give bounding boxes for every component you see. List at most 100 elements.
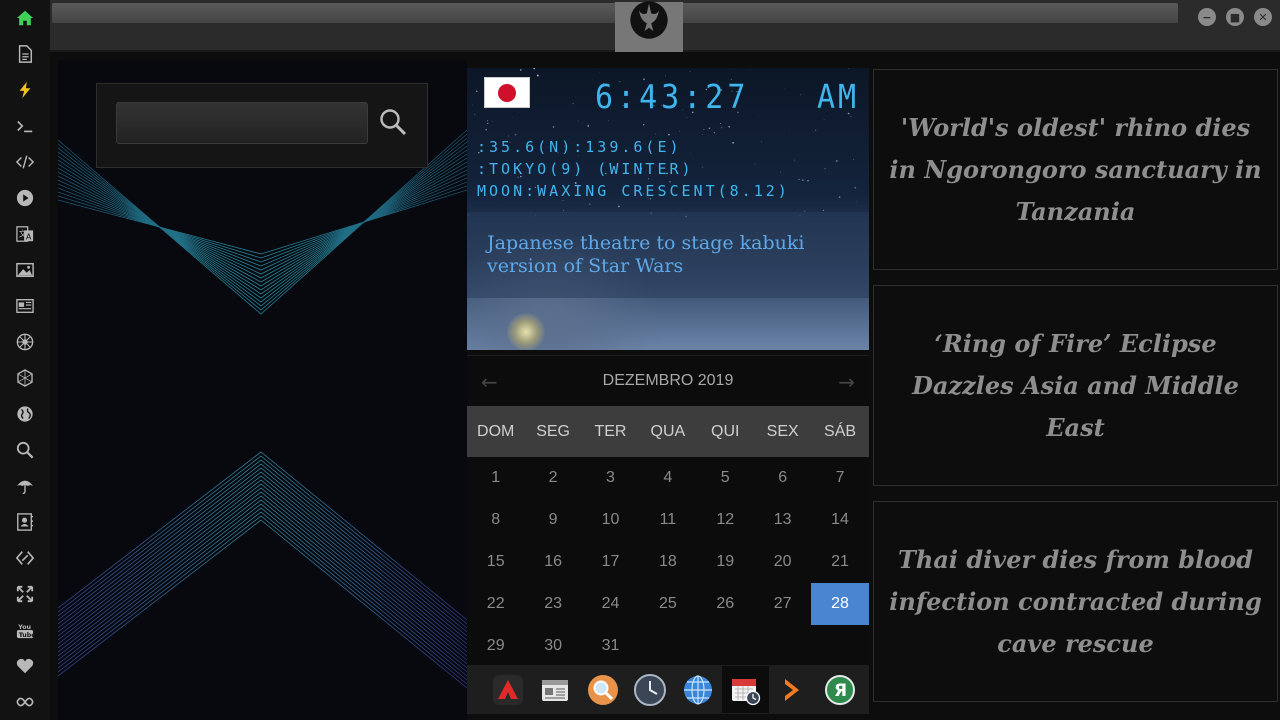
clock-time: 6:43:27 [595, 78, 750, 117]
weekday-label: SÁB [824, 422, 857, 440]
app-dock: Я [467, 665, 869, 714]
calendar-week: 15 16 17 18 19 20 21 [467, 541, 869, 583]
weekday-label: QUI [711, 422, 740, 440]
calendar-day[interactable]: 18 [639, 541, 696, 583]
japan-flag-icon[interactable] [484, 77, 530, 108]
world-clock-widget: 6:43:27 AM :35.6(N):139.6(E) :TOKYO(9) (… [467, 68, 869, 350]
calendar-day[interactable]: 1 [467, 457, 524, 499]
empire-emblem-icon[interactable] [13, 366, 37, 390]
calendar-day[interactable]: 22 [467, 583, 524, 625]
news-card[interactable]: ‘Ring of Fire’ Eclipse Dazzles Asia and … [873, 285, 1278, 486]
next-month-arrow-icon[interactable]: → [838, 370, 855, 394]
expand-icon[interactable] [13, 582, 37, 606]
calendar-day[interactable]: 15 [467, 541, 524, 583]
dock-item-r[interactable]: Я [817, 666, 865, 713]
calendar-day[interactable]: 6 [754, 457, 811, 499]
calendar-day[interactable]: 14 [811, 499, 868, 541]
calendar-day[interactable]: 25 [639, 583, 696, 625]
code-icon[interactable] [13, 150, 37, 174]
diamond-link-icon[interactable] [13, 546, 37, 570]
calendar-day[interactable]: 16 [524, 541, 581, 583]
chevron-app-icon [784, 678, 799, 701]
rebel-alliance-emblem-icon[interactable] [615, 1, 683, 52]
calendar-day-selected[interactable]: 28 [811, 583, 869, 625]
calendar-day-empty [754, 625, 811, 667]
calendar-day[interactable]: 27 [754, 583, 811, 625]
image-icon[interactable] [13, 258, 37, 282]
dock-item-chevron[interactable] [769, 666, 817, 713]
calendar-day[interactable]: 24 [582, 583, 639, 625]
calendar-header: ← DEZEMBRO 2019 → [467, 356, 869, 406]
svg-text:A: A [26, 231, 32, 241]
calendar-day[interactable]: 12 [697, 499, 754, 541]
calendar-day[interactable]: 29 [467, 625, 524, 667]
document-icon[interactable] [13, 42, 37, 66]
calendar-day[interactable]: 30 [524, 625, 581, 667]
contacts-icon[interactable] [13, 510, 37, 534]
maximize-button[interactable]: ■ [1226, 8, 1244, 26]
calendar-day[interactable]: 13 [754, 499, 811, 541]
news-ticker[interactable]: Japanese theatre to stage kabuki version… [467, 212, 869, 298]
terminal-icon[interactable] [13, 114, 37, 138]
bolt-icon[interactable] [13, 78, 37, 102]
svg-text:Я: Я [834, 681, 847, 701]
calendar-day[interactable]: 17 [582, 541, 639, 583]
app-sidebar: 文A You Tube [0, 0, 50, 720]
weekday-label: SEG [536, 422, 570, 440]
weekday-label: TER [594, 422, 627, 440]
calendar-day[interactable]: 19 [697, 541, 754, 583]
umbrella-icon[interactable] [13, 474, 37, 498]
calendar-day[interactable]: 8 [467, 499, 524, 541]
prev-month-arrow-icon[interactable]: ← [481, 370, 498, 394]
calendar-day[interactable]: 20 [754, 541, 811, 583]
news-headline: Thai diver dies from blood infection con… [889, 544, 1262, 658]
calendar-day[interactable]: 7 [811, 457, 868, 499]
news-app-icon [542, 679, 569, 701]
search-input[interactable] [116, 102, 368, 144]
globe-icon[interactable] [13, 402, 37, 426]
minimize-button[interactable]: − [1198, 8, 1216, 26]
search-icon[interactable] [13, 438, 37, 462]
red-triangle-app-icon [492, 674, 523, 705]
home-icon[interactable] [13, 6, 37, 30]
calendar-day[interactable]: 31 [582, 625, 639, 667]
calendar-day[interactable]: 4 [639, 457, 696, 499]
news-card[interactable]: Thai diver dies from blood infection con… [873, 501, 1278, 702]
dock-item-calendar[interactable] [721, 666, 769, 713]
close-button[interactable]: ✕ [1254, 8, 1272, 26]
dock-item-clock[interactable] [627, 666, 675, 713]
globe-app-icon [683, 674, 712, 705]
calendar-day[interactable]: 26 [697, 583, 754, 625]
clock-app-icon [634, 673, 667, 706]
calendar-day[interactable]: 23 [524, 583, 581, 625]
infinity-icon[interactable] [13, 690, 37, 714]
calendar-day[interactable]: 2 [524, 457, 581, 499]
dock-item-news[interactable] [532, 666, 580, 713]
dock-item-search[interactable] [579, 666, 627, 713]
news-card[interactable]: 'World's oldest' rhino dies in Ngorongor… [873, 69, 1278, 270]
calendar-week: 29 30 31 [467, 625, 869, 667]
translate-icon[interactable]: 文A [13, 222, 37, 246]
ticker-headline: Japanese theatre to stage kabuki version… [487, 232, 805, 277]
search-button[interactable] [377, 106, 409, 138]
calendar-day[interactable]: 3 [582, 457, 639, 499]
calendar-day[interactable]: 21 [811, 541, 868, 583]
play-icon[interactable] [13, 186, 37, 210]
news-headline: ‘Ring of Fire’ Eclipse Dazzles Asia and … [912, 328, 1239, 442]
calendar-day-empty [697, 625, 754, 667]
dock-item-red-triangle[interactable] [484, 666, 532, 713]
top-bar: − ■ ✕ [50, 0, 1280, 52]
youtube-icon[interactable]: You Tube [13, 618, 37, 642]
calendar-day[interactable]: 10 [582, 499, 639, 541]
calendar-day[interactable]: 9 [524, 499, 581, 541]
clock-coordinates: :35.6(N):139.6(E) [477, 138, 682, 156]
heart-icon[interactable] [13, 654, 37, 678]
dock-item-globe[interactable] [674, 666, 722, 713]
calendar-weekdays: DOM SEG TER QUA QUI SEX SÁB [467, 406, 869, 457]
weekday-label: SEX [766, 422, 799, 440]
rebel-emblem-icon[interactable] [13, 330, 37, 354]
newspaper-icon[interactable] [13, 294, 37, 318]
svg-text:Tube: Tube [19, 632, 34, 639]
calendar-day[interactable]: 11 [639, 499, 696, 541]
calendar-day[interactable]: 5 [697, 457, 754, 499]
